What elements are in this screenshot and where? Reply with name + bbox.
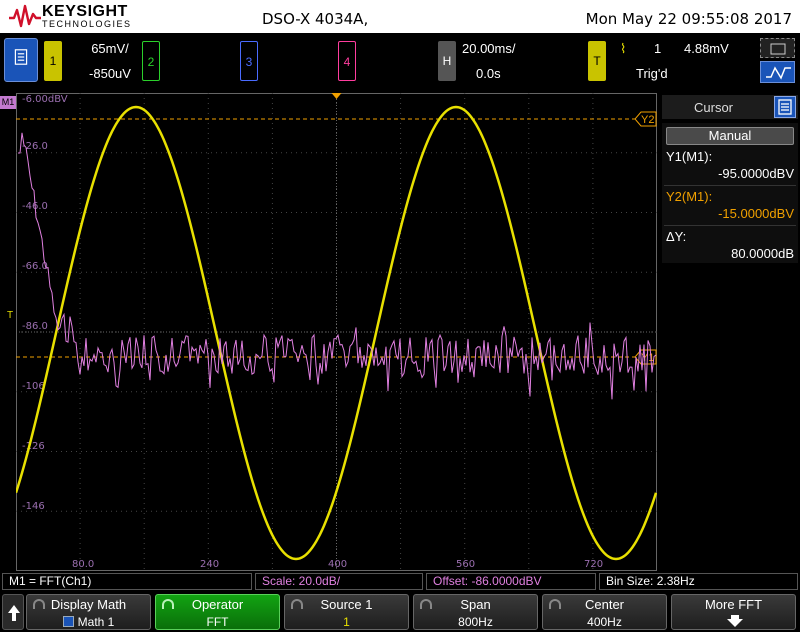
keysight-logo-icon <box>9 4 41 28</box>
date-time: Mon May 22 09:55:08 2017 <box>585 10 792 28</box>
horizontal-button[interactable]: H <box>438 41 456 81</box>
channel-3-button[interactable]: 3 <box>240 41 258 81</box>
waveform-icon <box>766 66 791 80</box>
delta-y-value: 80.0000dB <box>731 246 794 261</box>
acquire-mode-button[interactable] <box>760 38 795 58</box>
x-axis-tick-label: 240 <box>200 559 219 570</box>
waveform-display[interactable]: Y2 Y1 -6.00dBV -26.0 -46.0 -66.0 -86.0 -106 -126… <box>16 93 657 571</box>
softkey-label: Display Math <box>50 597 127 612</box>
softkey-label: Operator <box>191 597 244 612</box>
y-axis-tick-label: -106 <box>22 381 45 392</box>
y2-value: -15.0000dBV <box>718 206 794 221</box>
cursor-readout: Manual Y1(M1): -95.0000dBV Y2(M1): -15.0… <box>662 123 798 263</box>
span-softkey[interactable]: Span 800Hz <box>413 594 538 630</box>
x-axis-tick-label: 80.0 <box>72 559 94 570</box>
y-axis-tick-label: -126 <box>22 441 45 452</box>
cursor-panel-header: Cursor <box>662 95 798 119</box>
softkey-value: 1 <box>343 615 350 629</box>
horizontal-scale: 20.00ms/ <box>462 41 516 56</box>
softkey-label: Span <box>460 597 491 612</box>
title-bar: KEYSIGHT TECHNOLOGIES DSO-X 4034A, Mon M… <box>0 0 800 33</box>
run-control-button[interactable] <box>760 61 795 83</box>
math-scale-status: Scale: 20.0dB/ <box>255 573 423 590</box>
zoom-icon <box>770 43 786 55</box>
y-axis-tick-label: -66.0 <box>22 261 48 272</box>
control-bar: 1 65mV/ -850uV 2 3 4 H 20.00ms/ 0.0s T ⌇… <box>0 33 800 91</box>
x-axis-tick-label: 560 <box>456 559 475 570</box>
cursor-panel-title: Cursor <box>694 100 734 115</box>
channel-4-button[interactable]: 4 <box>338 41 356 81</box>
y-axis-top-label: -6.00dBV <box>22 94 68 105</box>
model-number: DSO-X 4034A, <box>262 10 369 28</box>
y-axis-tick-label: -86.0 <box>22 321 48 332</box>
divider <box>664 185 796 186</box>
bin-size-status: Bin Size: 2.38Hz <box>599 573 798 590</box>
trigger-level-marker[interactable]: T <box>4 310 16 340</box>
math-channel-marker[interactable]: M1 <box>0 96 16 109</box>
trigger-button[interactable]: T <box>588 41 606 81</box>
math-function-status: M1 = FFT(Ch1) <box>2 573 252 590</box>
cursor-mode-button[interactable]: Manual <box>666 127 794 145</box>
cursor-y2-label: Y2 <box>641 114 654 126</box>
panel-menu-icon[interactable] <box>774 96 796 118</box>
source-1-softkey[interactable]: Source 1 1 <box>284 594 409 630</box>
x-axis-tick-label: 400 <box>328 559 347 570</box>
softkey-bar: Display Math Math 1 Operator FFT Source … <box>0 592 800 632</box>
y-axis-tick-label: -146 <box>22 501 45 512</box>
channel-1-scale: 65mV/ <box>91 41 129 56</box>
checkbox-icon <box>62 616 74 627</box>
menu-icon <box>14 49 28 65</box>
divider <box>664 225 796 226</box>
waveform-grid: Y2Y1-6.00dBV-26.0-46.0-66.0-86.0-106-126… <box>16 93 657 571</box>
fft-math-trace <box>18 132 657 400</box>
delta-y-label: ΔY: <box>666 229 687 244</box>
channel-1-offset: -850uV <box>89 66 131 81</box>
more-fft-softkey[interactable]: More FFT <box>671 594 796 630</box>
trigger-source: 1 <box>654 41 662 56</box>
softkey-value: 800Hz <box>458 615 493 629</box>
up-arrow-icon <box>8 605 20 621</box>
y2-label: Y2(M1): <box>666 189 713 204</box>
status-strip: M1 = FFT(Ch1) Scale: 20.0dB/ Offset: -86… <box>0 573 800 590</box>
main-menu-button[interactable] <box>4 38 38 82</box>
channel-1-button[interactable]: 1 <box>44 41 62 81</box>
operator-softkey[interactable]: Operator FFT <box>155 594 280 630</box>
softkey-value: Math 1 <box>27 615 150 629</box>
softkey-label: Center <box>584 597 625 612</box>
trigger-position-marker[interactable] <box>331 93 342 99</box>
y1-value: -95.0000dBV <box>718 166 794 181</box>
brand-subtitle: TECHNOLOGIES <box>42 19 132 29</box>
softkey-value: FFT <box>206 615 229 629</box>
x-axis-tick-label: 720 <box>584 559 603 570</box>
softkey-value: 400Hz <box>587 615 622 629</box>
cursor-panel: Cursor Manual Y1(M1): -95.0000dBV Y2(M1)… <box>660 93 800 571</box>
math-offset-status: Offset: -86.0000dBV <box>426 573 596 590</box>
channel-2-button[interactable]: 2 <box>142 41 160 81</box>
center-softkey[interactable]: Center 400Hz <box>542 594 667 630</box>
trigger-status: Trig'd <box>636 66 668 81</box>
softkey-label: More FFT <box>704 597 763 612</box>
down-arrow-icon <box>727 615 743 627</box>
trigger-edge-icon: ⌇ <box>620 41 627 56</box>
back-button[interactable] <box>2 594 24 630</box>
y1-label: Y1(M1): <box>666 149 713 164</box>
softkey-value-text: Math 1 <box>77 615 115 629</box>
display-math-softkey[interactable]: Display Math Math 1 <box>26 594 151 630</box>
trigger-level: 4.88mV <box>684 41 729 56</box>
softkey-label: Source 1 <box>320 597 373 612</box>
horizontal-delay: 0.0s <box>476 66 501 81</box>
